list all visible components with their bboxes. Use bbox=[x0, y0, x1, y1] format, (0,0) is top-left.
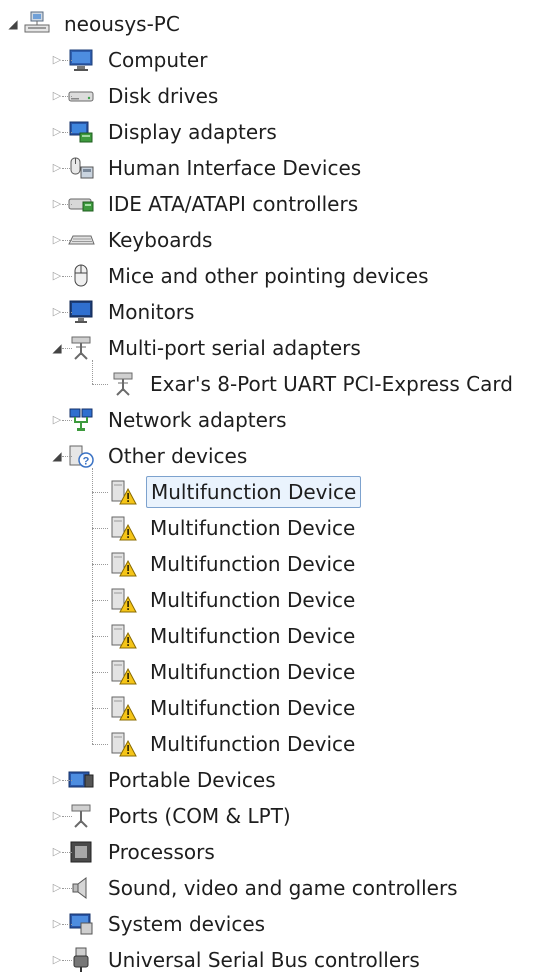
device-tree[interactable]: ◢ neousys-PC ▷ Computer ▷ Disk drives ▷ Display… bbox=[0, 0, 540, 976]
tree-node-category[interactable]: ▷ Display adapters bbox=[48, 114, 281, 150]
tree-node-label: Display adapters bbox=[108, 120, 277, 144]
warning-device-icon bbox=[108, 477, 138, 507]
tree-connector-line bbox=[92, 492, 108, 493]
tree-node-label: Disk drives bbox=[108, 84, 219, 108]
tree-node-category[interactable]: ▷ Disk drives bbox=[48, 78, 222, 114]
tree-node-category[interactable]: ▷ Human Interface Devices bbox=[48, 150, 365, 186]
tree-connector-line bbox=[92, 528, 108, 529]
computer-network-icon bbox=[22, 9, 52, 39]
tree-connector-line bbox=[62, 888, 72, 889]
tree-node-device[interactable]: Multifunction Device bbox=[108, 510, 359, 546]
tree-node-device[interactable]: Multifunction Device bbox=[108, 582, 359, 618]
tree-node-device[interactable]: Exar's 8-Port UART PCI-Express Card bbox=[108, 366, 517, 402]
tree-connector-line bbox=[62, 924, 72, 925]
tree-connector-line bbox=[62, 276, 72, 277]
tree-node-label: Multifunction Device bbox=[146, 476, 362, 508]
tree-connector-line bbox=[92, 564, 108, 565]
tree-connector-line bbox=[62, 348, 72, 349]
tree-node-category[interactable]: ▷ Portable Devices bbox=[48, 762, 280, 798]
tree-node-root[interactable]: ◢ neousys-PC bbox=[4, 6, 184, 42]
tree-node-label: Other devices bbox=[108, 444, 248, 468]
tree-connector-line bbox=[62, 204, 72, 205]
tree-node-label: Processors bbox=[108, 840, 215, 864]
tree-connector-line bbox=[92, 636, 108, 637]
tree-node-category[interactable]: ◢? Other devices bbox=[48, 438, 251, 474]
tree-node-label: Multi-port serial adapters bbox=[108, 336, 361, 360]
warning-device-icon bbox=[108, 549, 138, 579]
warning-device-icon bbox=[108, 693, 138, 723]
tree-node-label: System devices bbox=[108, 912, 266, 936]
tree-node-category[interactable]: ▷ System devices bbox=[48, 906, 269, 942]
tree-connector-line bbox=[92, 468, 93, 744]
tree-node-category[interactable]: ▷ Keyboards bbox=[48, 222, 216, 258]
tree-node-label: Multifunction Device bbox=[150, 696, 356, 720]
tree-node-label: Multifunction Device bbox=[150, 660, 356, 684]
tree-node-label: Monitors bbox=[108, 300, 195, 324]
tree-connector-line bbox=[92, 672, 108, 673]
tree-node-category[interactable]: ▷ Network adapters bbox=[48, 402, 291, 438]
tree-connector-line bbox=[62, 168, 72, 169]
tree-connector-line bbox=[92, 384, 108, 385]
tree-node-label: Portable Devices bbox=[108, 768, 276, 792]
tree-node-category[interactable]: ▷ Processors bbox=[48, 834, 219, 870]
svg-text:?: ? bbox=[83, 456, 90, 468]
tree-node-category[interactable]: ◢ Multi-port serial adapters bbox=[48, 330, 365, 366]
tree-node-label: Mice and other pointing devices bbox=[108, 264, 429, 288]
tree-node-category[interactable]: ▷ Computer bbox=[48, 42, 211, 78]
tree-node-label: Human Interface Devices bbox=[108, 156, 362, 180]
tree-connector-line bbox=[62, 96, 72, 97]
tree-connector-line bbox=[92, 708, 108, 709]
tree-node-label: Computer bbox=[108, 48, 208, 72]
tree-connector-line bbox=[62, 420, 72, 421]
warning-device-icon bbox=[108, 729, 138, 759]
tree-node-label: Universal Serial Bus controllers bbox=[108, 948, 420, 972]
serial-port-icon bbox=[108, 369, 138, 399]
tree-node-label: Ports (COM & LPT) bbox=[108, 804, 291, 828]
tree-node-label: Sound, video and game controllers bbox=[108, 876, 458, 900]
tree-node-label: neousys-PC bbox=[64, 12, 180, 36]
tree-node-label: Multifunction Device bbox=[150, 552, 356, 576]
tree-node-label: Network adapters bbox=[108, 408, 287, 432]
tree-connector-line bbox=[62, 780, 72, 781]
tree-connector-line bbox=[62, 60, 72, 61]
tree-connector-line bbox=[62, 852, 72, 853]
tree-node-label: Multifunction Device bbox=[150, 732, 356, 756]
warning-device-icon bbox=[108, 585, 138, 615]
tree-connector-line bbox=[92, 744, 108, 745]
tree-node-category[interactable]: ▷ IDE ATA/ATAPI controllers bbox=[48, 186, 362, 222]
tree-node-device[interactable]: Multifunction Device bbox=[108, 654, 359, 690]
tree-connector-line bbox=[92, 360, 93, 384]
tree-node-device[interactable]: Multifunction Device bbox=[108, 618, 359, 654]
collapse-arrow-icon[interactable]: ◢ bbox=[4, 6, 22, 42]
tree-connector-line bbox=[62, 240, 72, 241]
tree-connector-line bbox=[62, 312, 72, 313]
tree-node-label: Multifunction Device bbox=[150, 588, 356, 612]
tree-node-device[interactable]: Multifunction Device bbox=[108, 726, 359, 762]
tree-node-device[interactable]: Multifunction Device bbox=[108, 474, 362, 510]
tree-connector-line bbox=[62, 132, 72, 133]
warning-device-icon bbox=[108, 621, 138, 651]
tree-connector-line bbox=[62, 816, 72, 817]
tree-node-category[interactable]: ▷ Universal Serial Bus controllers bbox=[48, 942, 424, 978]
warning-device-icon bbox=[108, 513, 138, 543]
tree-node-label: Exar's 8-Port UART PCI-Express Card bbox=[150, 372, 513, 396]
tree-node-label: IDE ATA/ATAPI controllers bbox=[108, 192, 359, 216]
tree-node-device[interactable]: Multifunction Device bbox=[108, 690, 359, 726]
tree-node-label: Keyboards bbox=[108, 228, 213, 252]
tree-node-category[interactable]: ▷ Ports (COM & LPT) bbox=[48, 798, 295, 834]
tree-connector-line bbox=[62, 456, 72, 457]
tree-node-category[interactable]: ▷ Mice and other pointing devices bbox=[48, 258, 433, 294]
tree-connector-line bbox=[92, 600, 108, 601]
tree-node-label: Multifunction Device bbox=[150, 624, 356, 648]
warning-device-icon bbox=[108, 657, 138, 687]
tree-node-device[interactable]: Multifunction Device bbox=[108, 546, 359, 582]
tree-connector-line bbox=[62, 960, 72, 961]
tree-node-category[interactable]: ▷ Sound, video and game controllers bbox=[48, 870, 462, 906]
tree-node-label: Multifunction Device bbox=[150, 516, 356, 540]
